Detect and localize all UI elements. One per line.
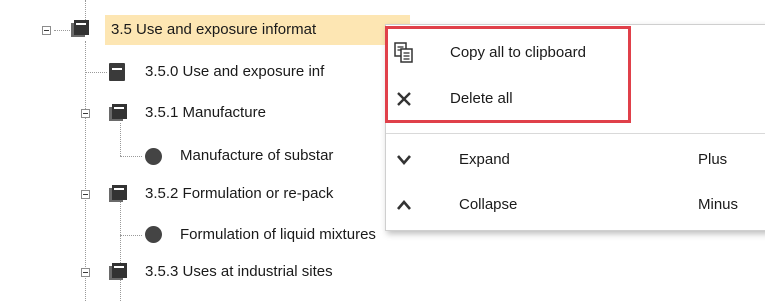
menu-item-label: Copy all to clipboard	[450, 44, 586, 61]
context-menu: Copy all to clipboard Delete all Expand …	[385, 24, 765, 231]
collapse-toggle[interactable]	[42, 26, 51, 35]
tree-item-label[interactable]: Formulation of liquid mixtures	[180, 225, 376, 245]
menu-item-label: Collapse	[459, 196, 518, 213]
record-dot-icon	[145, 226, 162, 243]
tree-item-label[interactable]: Manufacture of substar	[180, 146, 333, 166]
section-folder-icon	[71, 20, 89, 37]
close-x-icon	[397, 92, 411, 106]
tree-connector	[120, 200, 121, 301]
tree-item-label[interactable]: 3.5.0 Use and exposure inf	[145, 62, 324, 82]
menu-item-label: Delete all	[450, 90, 513, 107]
menu-item-shortcut: Minus	[698, 196, 739, 213]
tree-item-label[interactable]: 3.5.1 Manufacture	[145, 103, 266, 123]
section-folder-icon	[109, 104, 127, 121]
menu-item-delete-all[interactable]: Delete all	[386, 82, 765, 116]
menu-item-copy-all[interactable]: Copy all to clipboard	[386, 36, 765, 70]
copy-clipboard-icon	[394, 42, 413, 63]
tree-connector	[120, 235, 142, 236]
collapse-toggle[interactable]	[81, 109, 90, 118]
menu-item-collapse[interactable]: Collapse Minus	[386, 188, 765, 222]
tree-item-label[interactable]: 3.5.3 Uses at industrial sites	[145, 262, 333, 282]
tree-connector	[85, 72, 107, 73]
tree-connector	[120, 156, 142, 157]
tree-connector	[85, 41, 86, 301]
menu-item-label: Expand	[459, 151, 510, 168]
collapse-toggle[interactable]	[81, 268, 90, 277]
menu-separator	[386, 133, 765, 134]
tree-item-label[interactable]: 3.5 Use and exposure informat	[111, 20, 316, 40]
chevron-down-icon	[397, 155, 411, 165]
tree-connector	[120, 123, 121, 156]
menu-item-shortcut: Plus	[698, 151, 728, 168]
record-dot-icon	[145, 148, 162, 165]
tree-item-label[interactable]: 3.5.2 Formulation or re-pack	[145, 184, 333, 204]
menu-item-expand[interactable]: Expand Plus	[386, 143, 765, 177]
tree-connector	[85, 0, 86, 20]
collapse-toggle[interactable]	[81, 190, 90, 199]
document-icon	[109, 63, 125, 81]
chevron-up-icon	[397, 200, 411, 210]
section-folder-icon	[109, 263, 127, 280]
section-folder-icon	[109, 185, 127, 202]
